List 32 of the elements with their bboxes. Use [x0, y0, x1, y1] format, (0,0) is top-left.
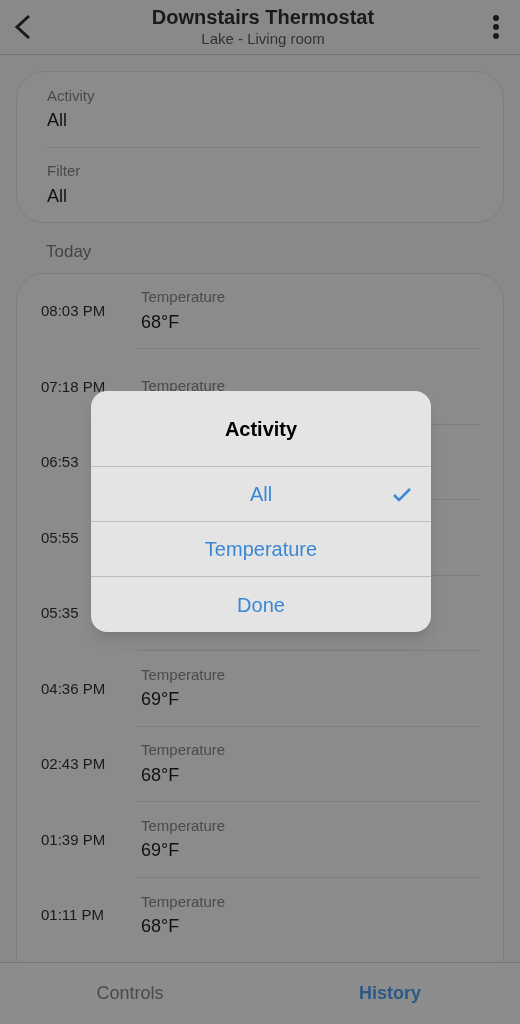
more-options-icon[interactable]	[492, 14, 500, 40]
event-label: Temperature	[141, 891, 226, 912]
page-title: Downstairs Thermostat	[151, 5, 375, 29]
event-label: Temperature	[141, 376, 226, 396]
event-value: 69°F	[141, 839, 180, 862]
event-time: 01:39 PM	[40, 829, 107, 850]
event-value: 68°F	[141, 915, 180, 938]
dialog-option[interactable]: Temperature	[91, 522, 431, 577]
done-button[interactable]: Done	[91, 577, 431, 632]
event-time: 01:11 PM	[40, 905, 106, 925]
event-time: 05:35	[40, 603, 80, 623]
section-heading: Today	[45, 241, 92, 263]
event-time: 04:36 PM	[40, 678, 107, 699]
event-time: 07:18 PM	[40, 376, 107, 397]
dialog-option[interactable]: All	[91, 467, 431, 522]
event-time: 05:55	[40, 527, 80, 548]
event-value: 68°F	[141, 763, 180, 787]
event-time: 02:43 PM	[40, 754, 107, 774]
event-label: Temperature	[141, 740, 226, 760]
event-label: Temperature	[141, 815, 226, 836]
event-value: 69°F	[141, 688, 180, 711]
event-time: 06:53	[40, 452, 80, 472]
event-value: 68°F	[141, 310, 180, 334]
filter-row[interactable]: Filter All	[47, 147, 479, 222]
page-subtitle: Lake - Living room	[201, 29, 325, 49]
tab[interactable]: History	[260, 963, 520, 1024]
tab[interactable]: Controls	[0, 963, 260, 1024]
filter-row[interactable]: Activity All	[47, 72, 479, 147]
event-label: Temperature	[141, 664, 226, 685]
event-label: Temperature	[141, 287, 226, 307]
dialog-title: Activity	[224, 416, 298, 442]
event-time: 08:03 PM	[40, 301, 107, 321]
